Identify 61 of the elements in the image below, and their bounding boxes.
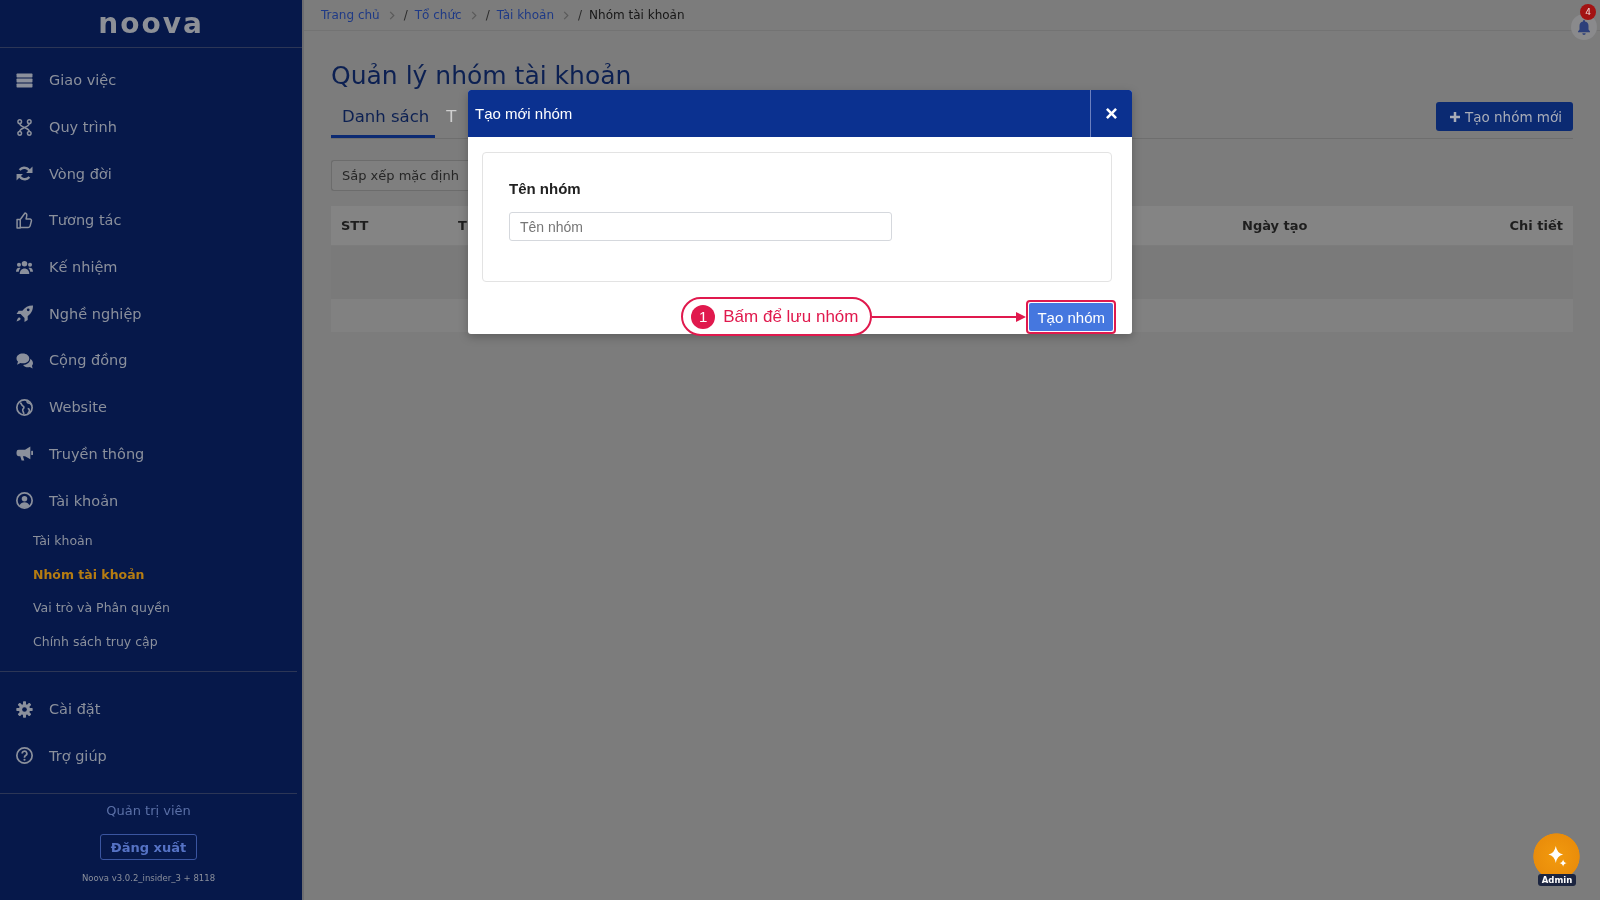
breadcrumb-separator: / [485, 8, 490, 22]
menu-item[interactable]: Tài khoản [0, 477, 302, 524]
notification-button[interactable] [1571, 14, 1597, 40]
user-circle-icon [16, 492, 33, 510]
submenu-item[interactable]: Chính sách truy cập [0, 624, 302, 658]
breadcrumb-separator: / [403, 8, 408, 22]
menu-item[interactable]: Truyền thông [0, 430, 302, 478]
breadcrumb-separator: / [578, 8, 583, 22]
close-icon [1106, 108, 1117, 119]
breadcrumb-current: Nhóm tài khoản [589, 8, 685, 22]
globe-icon [16, 398, 33, 416]
version-text: Noova v3.0.2_insider_3 + 8118 [81, 873, 216, 884]
settings-icon [16, 700, 33, 718]
menu-item[interactable]: Giao việc [0, 57, 302, 104]
field-label: Tên nhóm [509, 180, 581, 198]
submit-button[interactable]: Tạo nhóm [1029, 303, 1113, 331]
column-header: STT [341, 218, 369, 233]
thumbs-up-icon [16, 211, 33, 229]
close-button[interactable] [1105, 107, 1118, 120]
megaphone-icon [16, 445, 33, 463]
dialog-title: Tạo mới nhóm [474, 104, 574, 124]
create-group-button[interactable]: Tạo nhóm mới [1435, 102, 1573, 131]
nodes-icon [16, 118, 33, 136]
menu-item[interactable]: Tương tác [0, 197, 302, 244]
submenu-item[interactable]: Vai trò và Phân quyền [0, 590, 302, 625]
help-icon [16, 747, 33, 765]
refresh-icon [16, 165, 33, 183]
users-icon [16, 258, 33, 276]
chat-bubbles-icon [16, 351, 33, 369]
column-header: T [458, 218, 467, 233]
callout-text: Bấm để lưu nhóm [723, 306, 859, 327]
menu-item[interactable]: Website [0, 383, 302, 431]
submenu-item[interactable]: Tài khoản [0, 523, 302, 558]
submenu-item[interactable]: Nhóm tài khoản [0, 557, 302, 591]
rocket-icon [16, 305, 33, 323]
bell-icon [1578, 19, 1590, 35]
chevron-right-icon [470, 10, 477, 20]
plus-icon [1449, 111, 1460, 122]
role-badge: Admin [1538, 874, 1576, 886]
menu-item[interactable]: Cài đặt [0, 685, 302, 733]
column-header: Ngày tạo [1242, 218, 1308, 233]
group-name-input[interactable]: Tên nhóm [509, 212, 892, 241]
menu-item[interactable]: Nghề nghiệp [0, 290, 302, 338]
menu-item[interactable]: Cộng đồng [0, 337, 302, 384]
stacked-bars-icon [16, 71, 33, 89]
menu-item[interactable]: Vòng đời [0, 150, 302, 198]
step-number: 1 [691, 304, 716, 329]
sort-select[interactable]: Sắp xếp mặc định [331, 160, 468, 191]
menu-item[interactable]: Trợ giúp [0, 732, 302, 780]
logout-button[interactable]: Đăng xuất [100, 834, 197, 861]
tab[interactable]: Danh sách [331, 99, 436, 138]
page-title: Quản lý nhóm tài khoản [331, 60, 633, 92]
assistant-button[interactable] [1533, 833, 1580, 874]
menu-item[interactable]: Kế nhiệm [0, 243, 302, 291]
user-role: Quản trị viên [106, 803, 191, 820]
menu-item[interactable]: Quy trình [0, 103, 302, 151]
logo: noova [98, 8, 204, 39]
chevron-right-icon [388, 10, 395, 20]
column-header: Chi tiết [1509, 218, 1563, 233]
chevron-right-icon [563, 10, 569, 20]
notification-badge: 4 [1580, 4, 1596, 20]
